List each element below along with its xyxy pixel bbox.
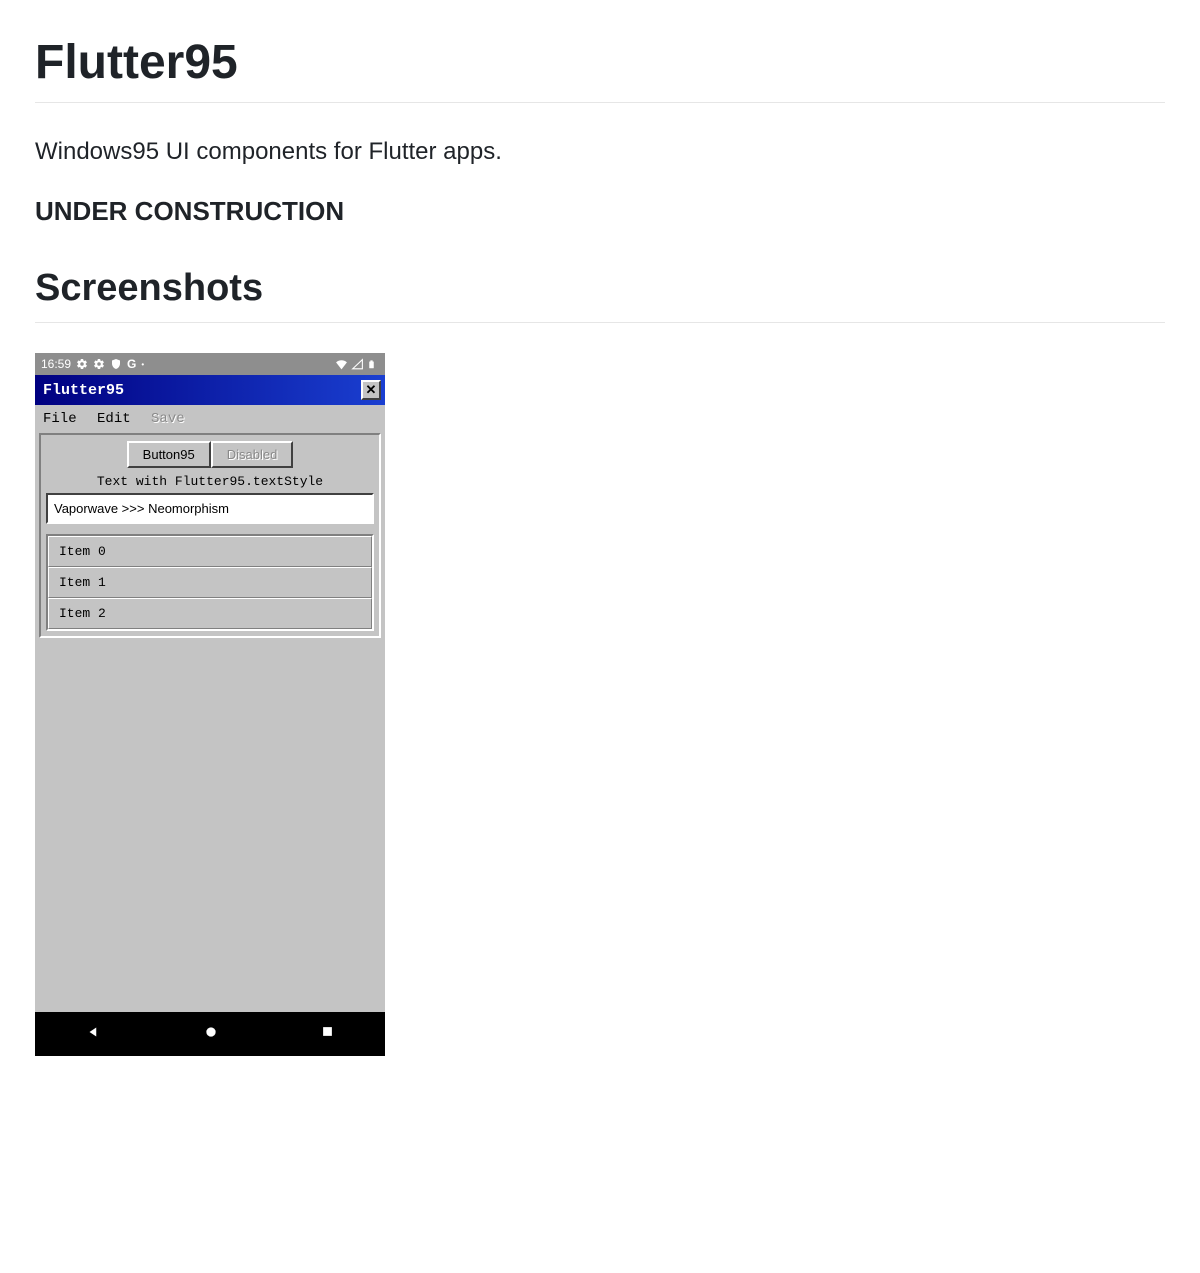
wifi-icon xyxy=(335,358,347,370)
content-panel: Button95 Disabled Text with Flutter95.te… xyxy=(39,433,381,638)
screenshots-heading: Screenshots xyxy=(35,267,1165,323)
menu-file[interactable]: File xyxy=(43,411,77,427)
close-icon: ✕ xyxy=(366,382,377,398)
tagline: Windows95 UI components for Flutter apps… xyxy=(35,138,1165,166)
google-g-icon: G xyxy=(127,357,136,371)
button95[interactable]: Button95 xyxy=(127,441,211,468)
menu-edit[interactable]: Edit xyxy=(97,411,131,427)
flutter95-window: Flutter95 ✕ File Edit Save Button95 Disa… xyxy=(35,375,385,1012)
window-titlebar: Flutter95 ✕ xyxy=(35,375,385,405)
page-title: Flutter95 xyxy=(35,35,1165,103)
screenshot-phone: 16:59 G • Flut xyxy=(35,353,385,1056)
android-statusbar: 16:59 G • xyxy=(35,353,385,375)
close-button[interactable]: ✕ xyxy=(361,380,381,400)
menubar: File Edit Save xyxy=(35,405,385,433)
list-item[interactable]: Item 2 xyxy=(48,598,372,629)
signal-icon xyxy=(351,358,363,370)
window-title: Flutter95 xyxy=(43,382,124,399)
list-item[interactable]: Item 0 xyxy=(48,536,372,567)
nav-home-icon[interactable] xyxy=(203,1024,219,1045)
button95-disabled: Disabled xyxy=(211,441,294,468)
android-navbar xyxy=(35,1012,385,1056)
battery-icon xyxy=(367,358,379,370)
nav-recent-icon[interactable] xyxy=(320,1024,335,1044)
nav-back-icon[interactable] xyxy=(85,1023,103,1046)
menu-save: Save xyxy=(151,411,185,427)
under-construction: UNDER CONSTRUCTION xyxy=(35,196,1165,227)
textstyle-label: Text with Flutter95.textStyle xyxy=(46,474,374,489)
gear-icon xyxy=(93,358,105,370)
list-item[interactable]: Item 1 xyxy=(48,567,372,598)
dot-icon: • xyxy=(141,360,144,369)
shield-icon xyxy=(110,358,122,370)
status-time: 16:59 xyxy=(41,357,71,371)
list-view: Item 0 Item 1 Item 2 xyxy=(46,534,374,631)
gear-icon xyxy=(76,358,88,370)
text-field[interactable]: Vaporwave >>> Neomorphism xyxy=(46,493,374,524)
